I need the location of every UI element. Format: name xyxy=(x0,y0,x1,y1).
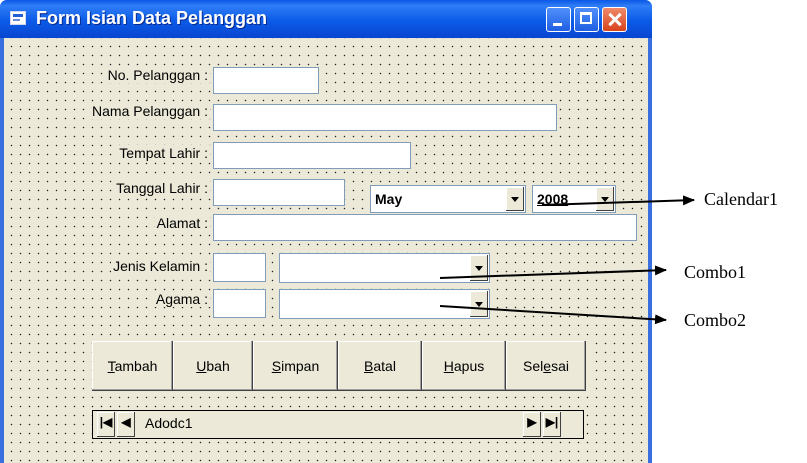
annotation-combo2: Combo2 xyxy=(684,310,747,330)
annotation-calendar1: Calendar1 xyxy=(704,189,778,209)
calendar-arrow xyxy=(541,195,695,206)
combo1-arrow xyxy=(439,265,667,279)
annotation-arrows xyxy=(439,195,695,325)
annotation-combo1: Combo1 xyxy=(684,262,747,282)
combo2-arrow xyxy=(439,305,667,325)
